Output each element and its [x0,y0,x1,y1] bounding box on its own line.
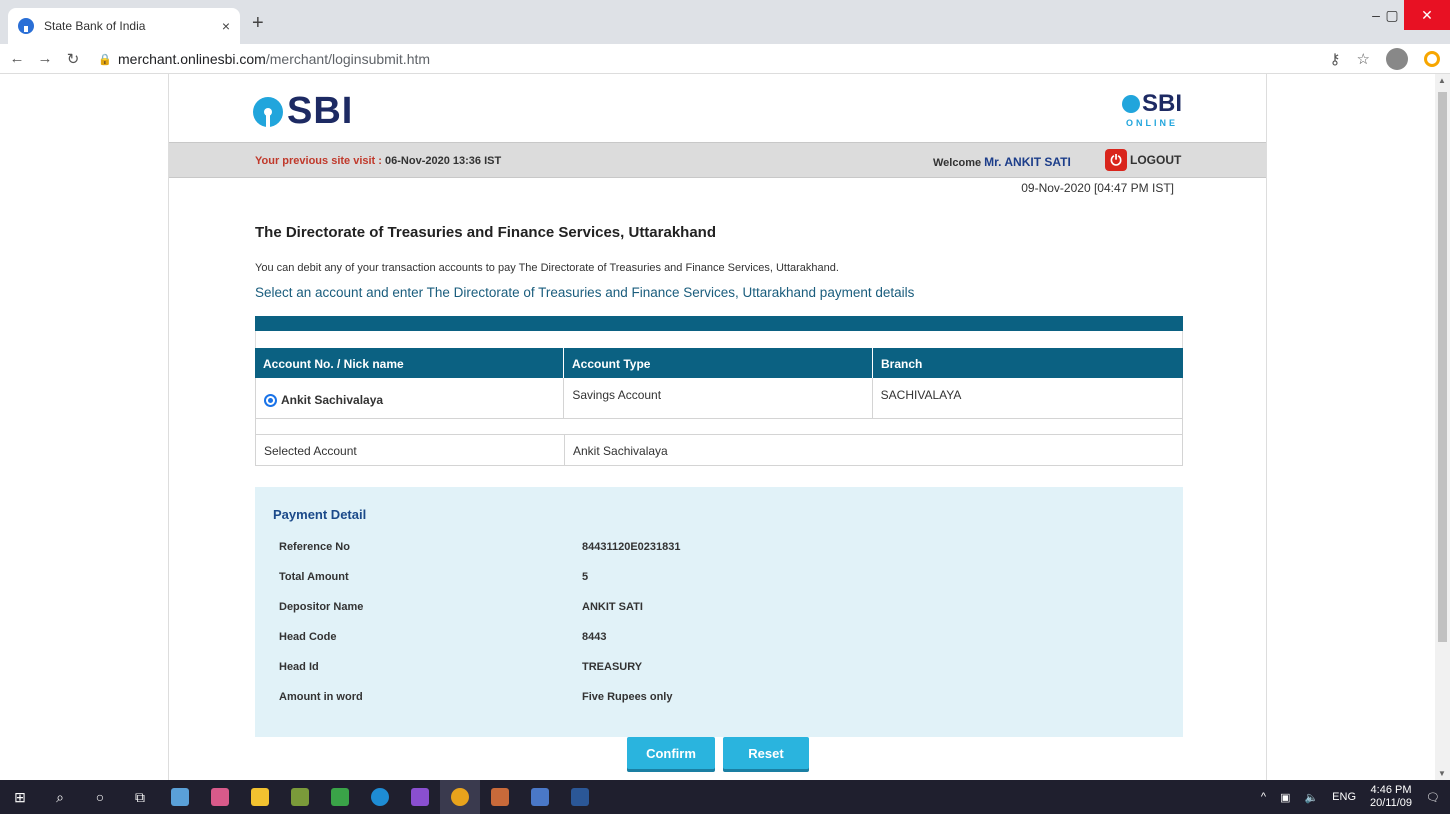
app-diamond-icon[interactable] [280,780,320,814]
field-value: ANKIT SATI [582,601,643,613]
field-label: Head Code [279,631,337,643]
scrollbar-thumb[interactable] [1438,92,1447,642]
field-label: Reference No [279,541,350,553]
scroll-down-icon[interactable]: ▼ [1438,769,1446,778]
welcome-message: Welcome Mr. ANKIT SATI [933,155,1071,169]
account-radio[interactable] [264,393,277,407]
payment-detail-title: Payment Detail [273,507,367,522]
field-label: Head Id [279,661,319,673]
forward-arrow-icon[interactable]: → [34,50,56,67]
chevron-up-icon[interactable]: ^ [1261,791,1266,803]
accounts-table: Account No. / Nick name Account Type Bra… [255,316,1183,466]
sbi-merchant-page: SBI SBI ONLINE Your previous site visit … [168,74,1267,780]
cortana-icon[interactable]: ○ [80,780,120,814]
visual-studio-icon[interactable] [400,780,440,814]
windows-start-icon[interactable]: ⊞ [0,780,40,814]
confirm-button[interactable]: Confirm [627,737,715,769]
language-indicator[interactable]: ENG [1332,791,1356,803]
sbi-favicon-icon [18,18,34,34]
table-row[interactable]: Ankit Sachivalaya Savings Account SACHIV… [255,378,1183,419]
word-app-icon[interactable] [560,780,600,814]
table-header: Account No. / Nick name Account Type Bra… [255,348,1183,378]
payment-detail-panel: Payment Detail Reference No 84431120E023… [255,487,1183,737]
windows-taskbar: ⊞ ⌕ ○ ⧉ ^ ▣ 🔈 ENG 4:46 PM 20/11/09 🗨 [0,780,1450,814]
field-value: Five Rupees only [582,691,673,703]
column-header: Account No. / Nick name [255,348,564,378]
selected-account-value: Ankit Sachivalaya [573,444,668,458]
address-bar: ← → ↻ 🔒 merchant.onlinesbi.com/merchant/… [0,44,1450,74]
window-close-button[interactable]: ✕ [1404,0,1450,30]
tab-title: State Bank of India [44,19,146,33]
sbi-keyhole-icon [253,96,283,127]
page-title: The Directorate of Treasuries and Financ… [255,224,717,241]
current-datetime: 09-Nov-2020 [04:47 PM IST] [1021,181,1174,195]
field-label: Depositor Name [279,601,364,613]
session-bar: Your previous site visit : 06-Nov-2020 1… [169,142,1266,178]
page-viewport: SBI SBI ONLINE Your previous site visit … [0,74,1450,780]
reload-icon[interactable]: ↻ [62,50,84,68]
field-label: Total Amount [279,571,349,583]
scroll-up-icon[interactable]: ▲ [1438,76,1446,85]
lock-icon[interactable]: 🔒 [98,53,112,66]
url-field[interactable]: merchant.onlinesbi.com/merchant/loginsub… [118,51,430,67]
column-header: Branch [881,357,923,371]
page-scrollbar[interactable]: ▲ ▼ [1435,74,1450,780]
search-icon[interactable]: ⌕ [40,780,80,814]
chrome-browser-icon[interactable] [440,780,480,814]
paint-palette-icon[interactable] [480,780,520,814]
field-label: Amount in word [279,691,363,703]
account-type-cell: Savings Account [564,378,873,418]
bookmark-star-icon[interactable]: ☆ [1357,50,1370,68]
page-instruction: Select an account and enter The Director… [255,285,915,300]
browser-tab[interactable]: State Bank of India × [8,8,240,44]
selected-account-label: Selected Account [256,435,565,465]
account-cell[interactable]: Ankit Sachivalaya [256,378,565,418]
file-explorer-icon[interactable] [240,780,280,814]
column-header: Account Type [564,348,873,378]
volume-icon[interactable]: 🔈 [1304,791,1318,804]
reset-button[interactable]: Reset [723,737,809,769]
toolbar-actions: ⚷ ☆ [1330,48,1440,70]
field-value: 8443 [582,631,607,643]
logout-button[interactable]: ⏻ LOGOUT [1105,149,1181,171]
power-icon: ⏻ [1105,149,1127,171]
field-value: TREASURY [582,661,643,673]
branch-cell: SACHIVALAYA [880,388,962,402]
new-tab-button[interactable]: + [252,12,264,35]
field-value: 84431120E0231831 [582,541,681,553]
tab-close-icon[interactable]: × [222,18,230,34]
notification-icon[interactable]: 🗨 [1426,791,1440,804]
edge-browser-icon[interactable] [360,780,400,814]
profile-avatar[interactable] [1386,48,1408,70]
tools-app-icon[interactable] [160,780,200,814]
sbi-online-keyhole-icon [1121,95,1140,113]
sbi-logo: SBI [253,90,353,133]
key-icon[interactable]: ⚷ [1330,50,1341,68]
extension-icon[interactable] [1424,51,1440,67]
system-clock[interactable]: 4:46 PM 20/11/09 [1370,784,1412,810]
excel-like-icon[interactable] [320,780,360,814]
paint-app-icon[interactable] [200,780,240,814]
network-icon[interactable]: ▣ [1280,791,1290,804]
sbi-online-logo: SBI ONLINE [1121,90,1182,128]
computer-app-icon[interactable] [520,780,560,814]
field-value: 5 [582,571,589,583]
back-arrow-icon[interactable]: ← [6,50,28,67]
system-tray: ^ ▣ 🔈 ENG 4:46 PM 20/11/09 🗨 [1261,780,1440,814]
browser-tab-bar: State Bank of India × + – ▢ ✕ [0,0,1450,44]
previous-visit: Your previous site visit : 06-Nov-2020 1… [255,155,502,167]
selected-account-row: Selected Account Ankit Sachivalaya [255,435,1183,466]
page-description: You can debit any of your transaction ac… [255,262,839,274]
task-view-icon[interactable]: ⧉ [120,780,160,814]
